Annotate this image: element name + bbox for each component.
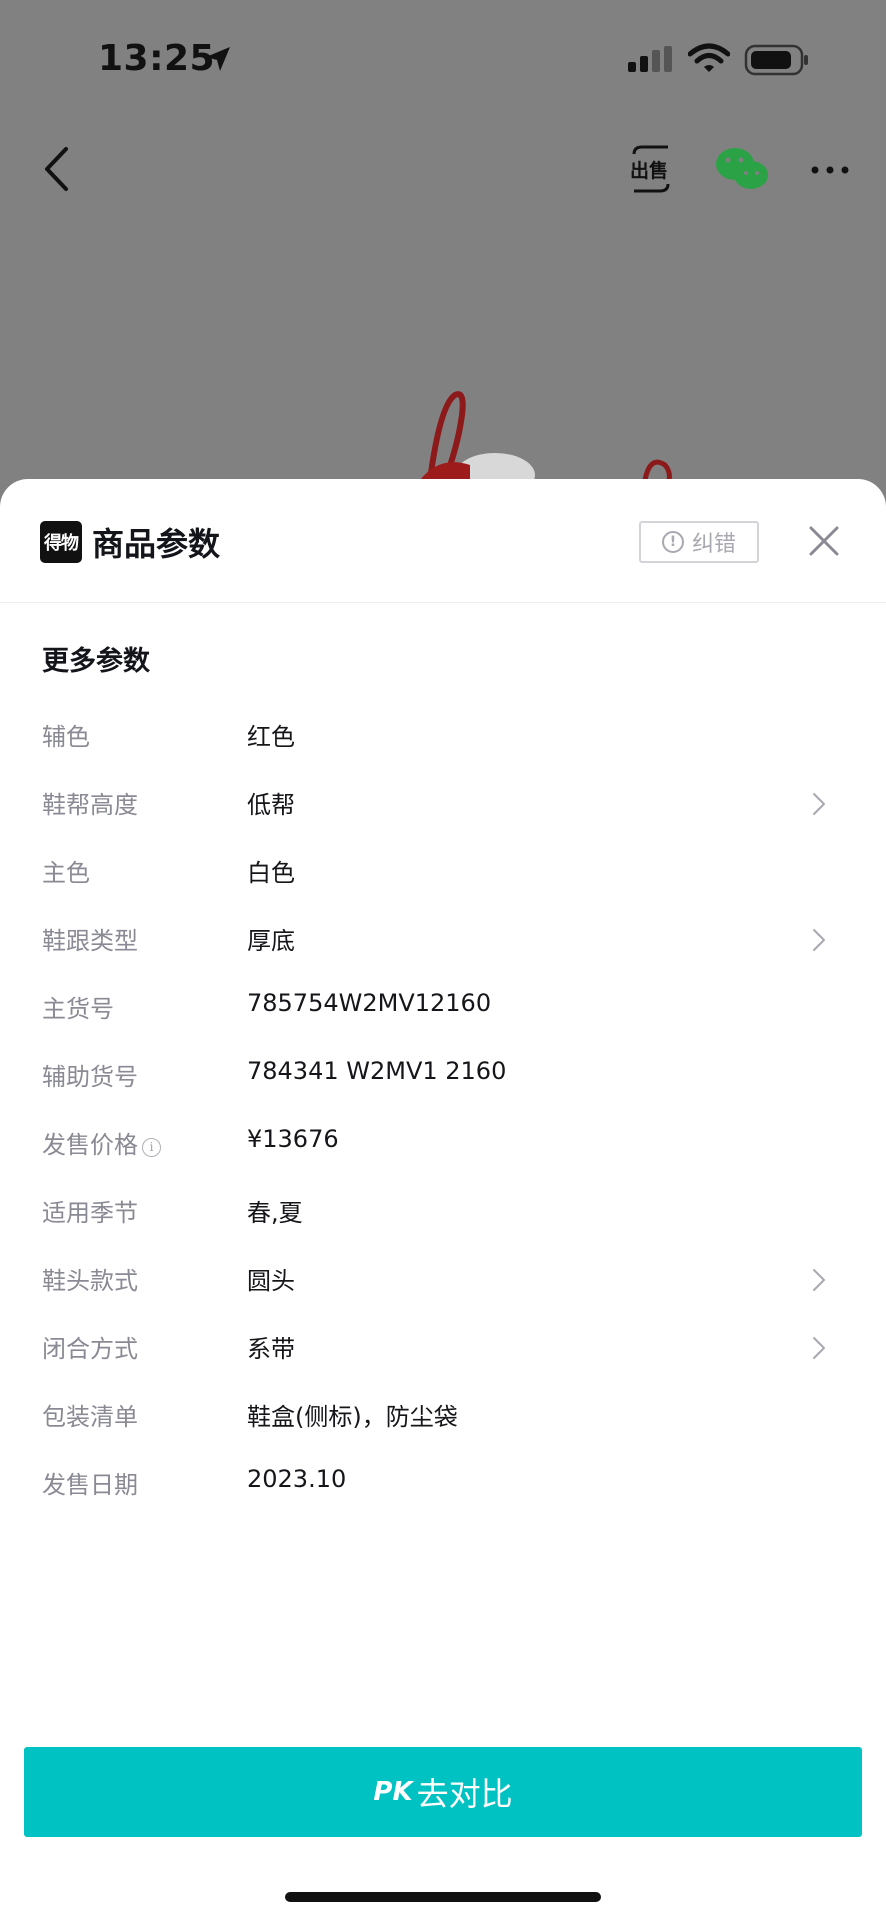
param-label: 主货号 (42, 989, 114, 1024)
param-row: 发售价格 i ¥13676 (0, 1111, 886, 1179)
param-row: 辅助货号 784341 W2MV1 2160 (0, 1043, 886, 1111)
param-label-text: 辅助货号 (42, 1063, 138, 1091)
more-icon[interactable] (810, 160, 850, 179)
param-label-text: 辅色 (42, 723, 90, 751)
info-icon[interactable]: i (142, 1138, 161, 1157)
param-row: 包装清单 鞋盒(侧标)，防尘袋 (0, 1383, 886, 1451)
report-error-label: 纠错 (691, 532, 736, 557)
param-row: 辅色 红色 (0, 703, 886, 771)
chevron-right-icon[interactable] (812, 792, 826, 820)
param-label: 鞋帮高度 (42, 785, 138, 820)
section-title: 更多参数 (42, 646, 150, 677)
exclamation-icon: ! (661, 531, 684, 553)
status-bar: 13:25 (0, 0, 886, 120)
pk-compare-label: 去对比 (416, 1775, 513, 1813)
param-label: 发售日期 (42, 1465, 138, 1500)
param-label-text: 闭合方式 (42, 1335, 138, 1363)
param-label: 包装清单 (42, 1397, 138, 1432)
product-nav-bar: 出售 (0, 130, 886, 210)
chevron-right-icon[interactable] (812, 1336, 826, 1364)
close-icon[interactable] (808, 525, 840, 561)
param-row[interactable]: 鞋帮高度 低帮 (0, 771, 886, 839)
param-label-text: 发售价格 (42, 1131, 138, 1159)
pk-compare-button[interactable]: PK 去对比 (24, 1747, 862, 1837)
product-image (400, 385, 700, 497)
param-row: 适用季节 春,夏 (0, 1179, 886, 1247)
battery-icon (744, 44, 810, 80)
param-value: 785754W2MV12160 (247, 989, 492, 1017)
param-value: 鞋盒(侧标)，防尘袋 (247, 1403, 458, 1431)
pk-prefix: PK (373, 1777, 413, 1807)
param-value: 红色 (247, 723, 295, 751)
param-value: 2023.10 (247, 1465, 347, 1493)
chevron-right-icon[interactable] (812, 928, 826, 956)
param-value: 春,夏 (247, 1199, 303, 1227)
param-label: 闭合方式 (42, 1329, 138, 1364)
param-value: 784341 W2MV1 2160 (247, 1057, 507, 1085)
sheet-header: 得物 商品参数 ! 纠错 (0, 479, 886, 603)
status-time: 13:25 (98, 38, 216, 79)
param-label: 鞋头款式 (42, 1261, 138, 1296)
param-row: 主货号 785754W2MV12160 (0, 975, 886, 1043)
param-row[interactable]: 鞋头款式 圆头 (0, 1247, 886, 1315)
back-icon[interactable] (42, 146, 70, 196)
param-value: 圆头 (247, 1267, 295, 1295)
param-label-text: 包装清单 (42, 1403, 138, 1431)
param-label: 主色 (42, 853, 90, 888)
home-indicator[interactable] (285, 1892, 601, 1902)
param-row[interactable]: 闭合方式 系带 (0, 1315, 886, 1383)
param-label-text: 主色 (42, 859, 90, 887)
param-label-text: 发售日期 (42, 1471, 138, 1499)
param-row: 主色 白色 (0, 839, 886, 907)
param-label-text: 鞋头款式 (42, 1267, 138, 1295)
wechat-icon[interactable] (714, 146, 770, 196)
param-label: 鞋跟类型 (42, 921, 138, 956)
param-value: ¥13676 (247, 1125, 339, 1153)
param-label: 辅助货号 (42, 1057, 138, 1092)
param-label: 辅色 (42, 717, 90, 752)
param-row: 发售日期 2023.10 (0, 1451, 886, 1519)
param-label: 发售价格 i (42, 1125, 161, 1160)
param-row[interactable]: 鞋跟类型 厚底 (0, 907, 886, 975)
param-value: 厚底 (247, 927, 295, 955)
product-params-sheet: 得物 商品参数 ! 纠错 更多参数 辅色 红色鞋帮高度 低帮主色 白色鞋跟类型 厚底主货… (0, 479, 886, 1920)
location-arrow-icon (203, 44, 233, 78)
signal-icon (628, 46, 674, 78)
param-value: 白色 (247, 859, 295, 887)
param-label-text: 主货号 (42, 995, 114, 1023)
param-label-text: 鞋帮高度 (42, 791, 138, 819)
param-value: 低帮 (247, 791, 295, 819)
chevron-right-icon[interactable] (812, 1268, 826, 1296)
param-label-text: 适用季节 (42, 1199, 138, 1227)
param-label: 适用季节 (42, 1193, 138, 1228)
svg-text:出售: 出售 (630, 159, 668, 182)
brand-logo: 得物 (40, 521, 82, 563)
sheet-title: 商品参数 (92, 525, 221, 563)
sell-icon[interactable]: 出售 (628, 144, 674, 198)
report-error-button[interactable]: ! 纠错 (639, 521, 759, 563)
param-value: 系带 (247, 1335, 295, 1363)
param-label-text: 鞋跟类型 (42, 927, 138, 955)
wifi-icon (687, 42, 731, 78)
param-list: 辅色 红色鞋帮高度 低帮主色 白色鞋跟类型 厚底主货号 785754W2MV12160 辅助… (0, 703, 886, 1519)
